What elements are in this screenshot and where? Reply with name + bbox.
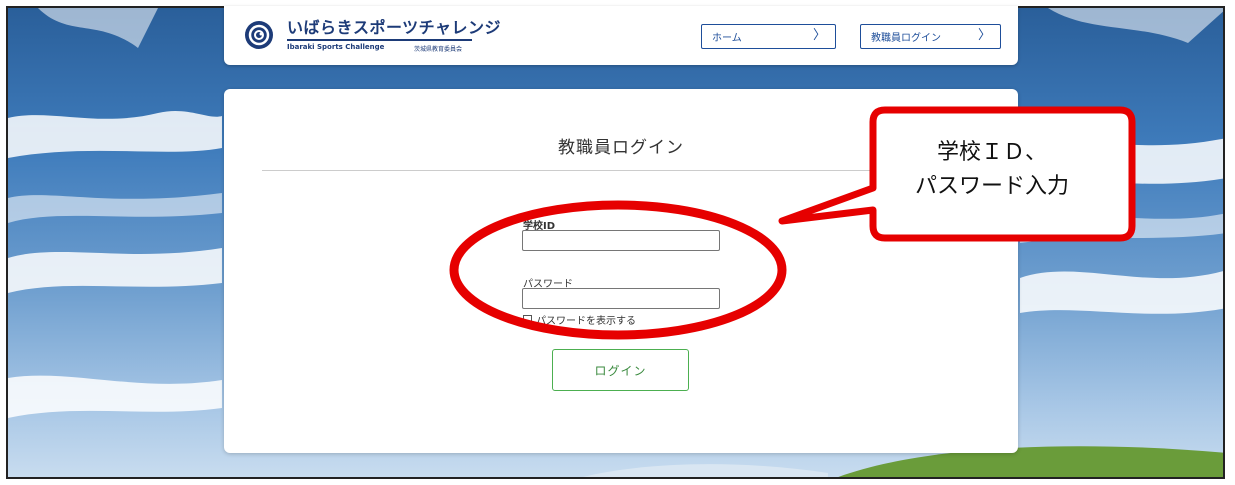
site-subtitle: Ibaraki Sports Challenge	[287, 43, 385, 51]
spiral-logo-icon	[245, 21, 273, 49]
site-organization: 茨城県教育委員会	[414, 46, 463, 53]
nav-staff-login-button[interactable]: 教職員ログイン 〉	[860, 24, 1001, 49]
site-title: いばらきスポーツチャレンジ	[287, 18, 502, 37]
nav-staff-login-label: 教職員ログイン	[871, 33, 941, 44]
nav-home-button[interactable]: ホーム 〉	[701, 24, 836, 49]
show-password-checkbox[interactable]	[523, 315, 532, 324]
callout-text: 学校ＩＤ、 パスワード入力	[872, 136, 1112, 204]
password-input[interactable]	[522, 288, 720, 309]
title-underline	[287, 39, 472, 41]
nav-home-label: ホーム	[712, 33, 742, 44]
school-id-input[interactable]	[522, 230, 720, 251]
show-password-toggle[interactable]: パスワードを表示する	[523, 312, 636, 327]
callout-line-2: パスワード入力	[914, 174, 1069, 199]
show-password-label: パスワードを表示する	[536, 316, 636, 327]
site-header: いばらきスポーツチャレンジ Ibaraki Sports Challenge 茨…	[224, 6, 1018, 65]
login-button[interactable]: ログイン	[552, 349, 689, 391]
chevron-right-icon: 〉	[812, 28, 826, 43]
callout-line-1: 学校ＩＤ、	[936, 140, 1047, 165]
chevron-right-icon: 〉	[977, 28, 991, 43]
